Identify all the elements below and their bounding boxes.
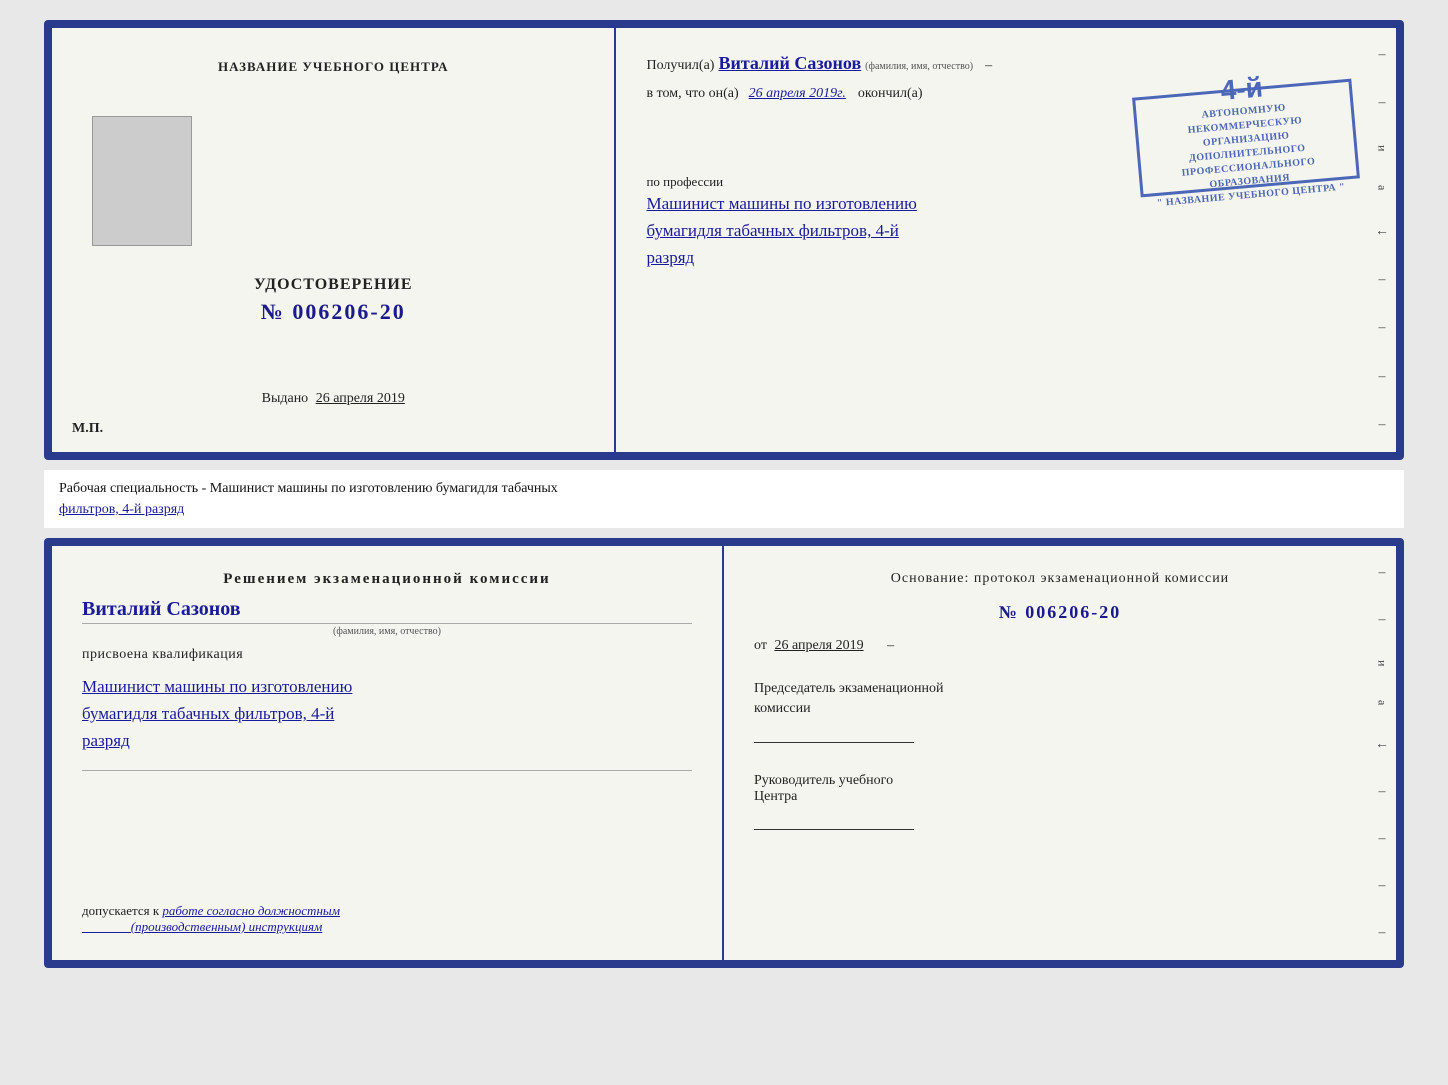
issued-prefix: Выдано [262,391,309,406]
cert-number: № 006206-20 [254,299,413,325]
photo-placeholder [92,116,192,246]
qualification-label: присвоена квалификация [82,647,692,663]
finished-label: окончил(а) [858,86,923,102]
center-head-label: Руководитель учебного Центра [754,773,1366,805]
right-deco: – – и а ← – – – – [1373,48,1391,432]
from-date-value: 26 апреля 2019 [774,638,863,653]
commission-head-label: Председатель экзаменационной комиссии [754,679,1366,718]
commission-signature-line [754,723,914,743]
commission-head-block: Председатель экзаменационной комиссии [754,679,1366,743]
from-prefix: от [754,638,767,653]
center-head-block: Руководитель учебного Центра [754,773,1366,830]
in-that-prefix: в том, что он(а) [646,86,738,102]
bottom-right-panel: Основание: протокол экзаменационной коми… [724,546,1396,960]
issued-line: Выдано 26 апреля 2019 [262,391,405,422]
allowed-line: допускается к работе согласно должностны… [82,903,692,935]
cert-right-panel: Получил(а) Виталий Сазонов (фамилия, имя… [616,28,1396,452]
from-date-line: от 26 апреля 2019 – [754,638,1366,654]
cert-left-panel: НАЗВАНИЕ УЧЕБНОГО ЦЕНТРА УДОСТОВЕРЕНИЕ №… [52,28,616,452]
middle-section: Рабочая специальность - Машинист машины … [44,470,1404,528]
blue-stamp: 4-й АВТОНОМНУЮ НЕКОММЕРЧЕСКУЮ ОРГАНИЗАЦИ… [1132,79,1360,198]
bottom-right-deco: – – и а ← – – – – [1373,566,1391,940]
person-block: Виталий Сазонов (фамилия, имя, отчество) [82,598,692,637]
bottom-fio-sub: (фамилия, имя, отчество) [82,626,692,637]
bottom-certificate: Решением экзаменационной комиссии Витали… [44,538,1404,968]
cert-number-block: УДОСТОВЕРЕНИЕ № 006206-20 [254,276,413,325]
decision-title: Решением экзаменационной комиссии [82,571,692,588]
qualification-text: Машинист машины по изготовлению бумагидл… [82,673,692,755]
cert-label: УДОСТОВЕРЕНИЕ [254,276,413,294]
middle-text-line1: Рабочая специальность - Машинист машины … [59,481,558,496]
center-head-signature-line [754,810,914,830]
protocol-number: № 006206-20 [754,602,1366,623]
profession-text: Машинист машины по изготовлению бумагидл… [646,190,1366,272]
dash: – [985,58,992,74]
bottom-left-panel: Решением экзаменационной комиссии Витали… [52,546,724,960]
center-title: НАЗВАНИЕ УЧЕБНОГО ЦЕНТРА [218,58,449,76]
middle-text-line2: фильтров, 4-й разряд [59,502,184,517]
top-certificate: НАЗВАНИЕ УЧЕБНОГО ЦЕНТРА УДОСТОВЕРЕНИЕ №… [44,20,1404,460]
recipient-name: Виталий Сазонов [718,53,861,74]
issued-date: 26 апреля 2019 [316,391,405,406]
mp-label: М.П. [72,421,103,437]
fio-subtitle: (фамилия, имя, отчество) [865,61,973,72]
allowed-prefix: допускается к [82,903,159,918]
received-prefix: Получил(а) [646,58,714,74]
completion-date: 26 апреля 2019г. [749,86,846,102]
basis-label: Основание: протокол экзаменационной коми… [754,571,1366,587]
person-name: Виталий Сазонов [82,598,692,621]
